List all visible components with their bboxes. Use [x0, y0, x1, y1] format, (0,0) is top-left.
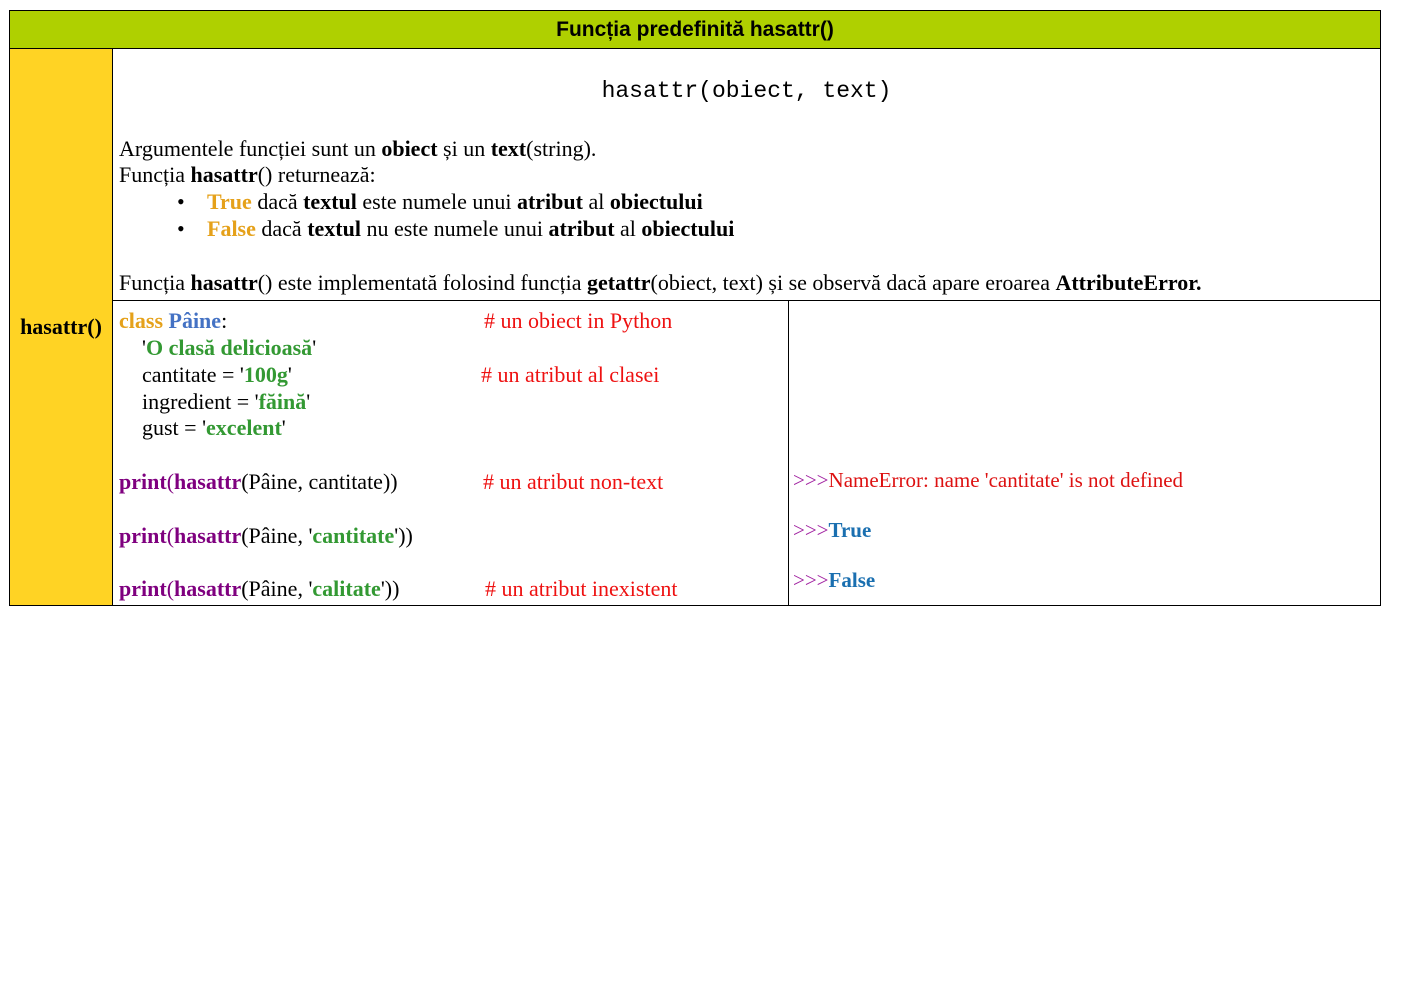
returns-line: Funcția hasattr() returnează:: [119, 162, 376, 187]
implementation-line: Funcția hasattr() este implementată folo…: [119, 270, 1202, 295]
arguments-line: Argumentele funcției sunt un obiect și u…: [119, 136, 597, 161]
code-line-print-1: print(hasattr(Pâine, cantitate)): [119, 469, 398, 494]
description-cell: hasattr(obiect, text) Argumentele funcți…: [113, 49, 1380, 301]
code-cell: class Pâine: # un obiect in Python 'O cl…: [113, 301, 789, 605]
code-line-print-3: print(hasattr(Pâine, 'calitate')): [119, 576, 400, 601]
output-line-3: >>>False: [793, 568, 876, 592]
prompt: >>>: [793, 518, 829, 542]
side-label: hasattr(): [10, 49, 113, 605]
code-line-class: class Pâine:: [119, 308, 228, 333]
code-line-gust: gust = 'excelent': [142, 415, 286, 440]
bullet-icon: •: [177, 189, 185, 214]
code-comment: # un atribut al clasei: [481, 362, 660, 387]
code-comment: # un atribut inexistent: [485, 576, 678, 601]
code-line-cantitate: cantitate = '100g': [142, 362, 292, 387]
function-signature: hasattr(obiect, text): [601, 78, 892, 104]
reference-table: Funcția predefinită hasattr() hasattr() …: [9, 10, 1381, 606]
code-comment: # un obiect in Python: [484, 308, 673, 333]
code-line-docstring: 'O clasă delicioasă': [142, 335, 317, 360]
prompt: >>>: [793, 568, 829, 592]
code-comment: # un atribut non-text: [483, 469, 664, 494]
code-line-print-2: print(hasattr(Pâine, 'cantitate')): [119, 523, 413, 548]
output-line-2: >>>True: [793, 518, 872, 542]
output-line-1: >>>NameError: name 'cantitate' is not de…: [793, 468, 1184, 492]
table-title: Funcția predefinită hasattr(): [10, 11, 1380, 49]
bullet-icon: •: [177, 216, 185, 241]
code-line-ingredient: ingredient = 'făină': [142, 389, 311, 414]
output-cell: >>>NameError: name 'cantitate' is not de…: [789, 301, 1380, 605]
prompt: >>>: [793, 468, 829, 492]
